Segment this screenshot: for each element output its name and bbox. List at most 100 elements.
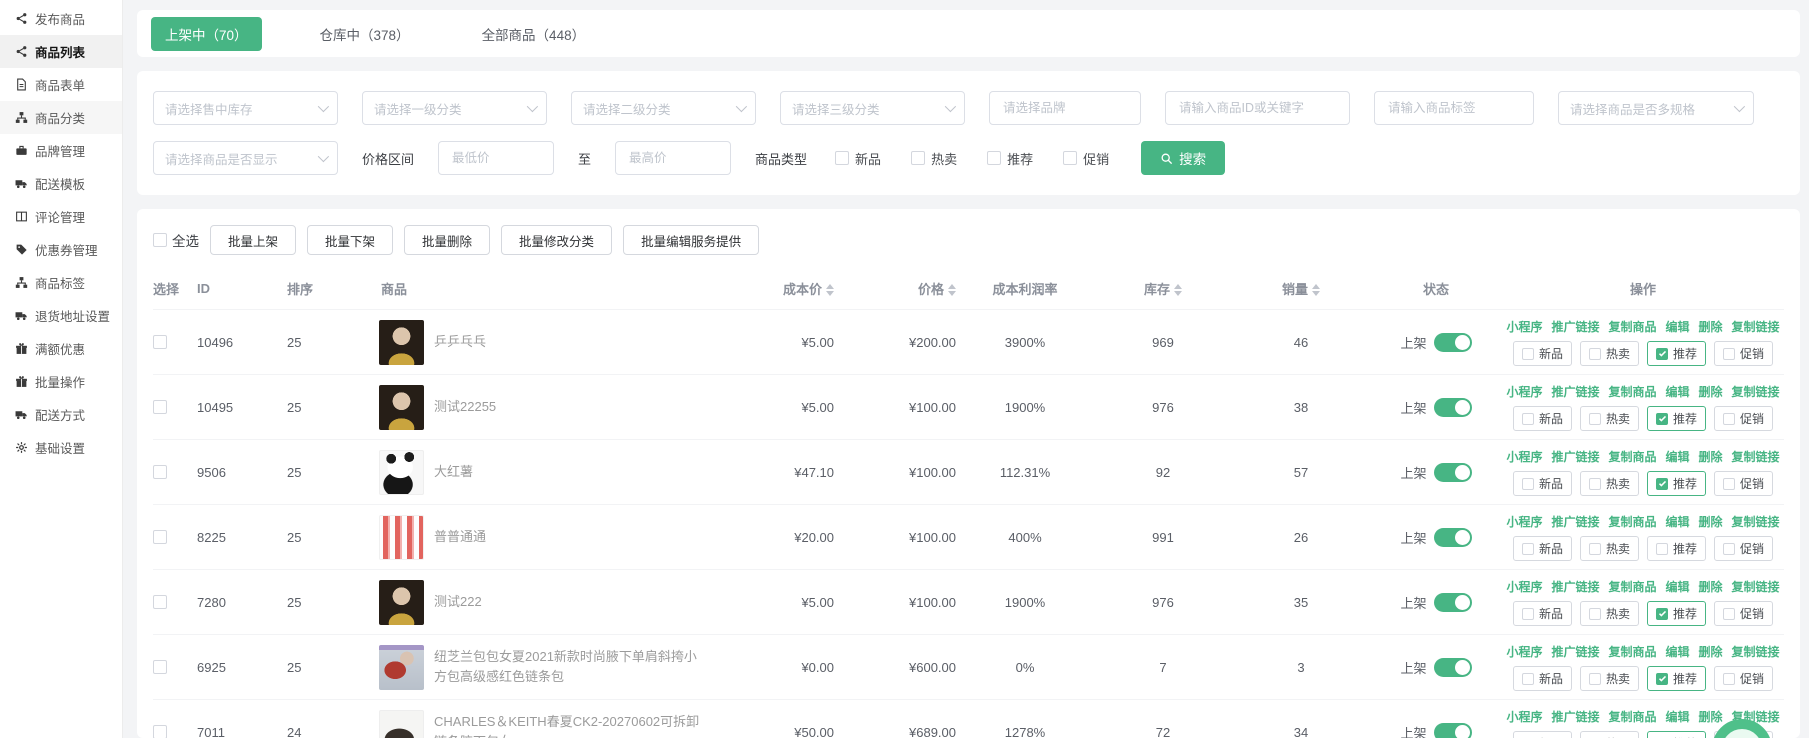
checkbox[interactable]: [911, 151, 925, 165]
edit-link[interactable]: 编辑: [1666, 708, 1690, 725]
status-toggle[interactable]: [1434, 658, 1472, 677]
delete-link[interactable]: 删除: [1699, 448, 1723, 465]
mini-program-link[interactable]: 小程序: [1506, 513, 1542, 530]
tag-checkbox[interactable]: [1723, 413, 1735, 425]
mini-program-link[interactable]: 小程序: [1506, 708, 1542, 725]
sort-desc-icon[interactable]: [1312, 291, 1320, 296]
tag-checkbox[interactable]: [1589, 608, 1601, 620]
tag-toggle-recommend[interactable]: 推荐: [1647, 471, 1706, 496]
tag-checkbox[interactable]: [1589, 478, 1601, 490]
status-toggle[interactable]: [1434, 398, 1472, 417]
tag-toggle-new[interactable]: 新品: [1513, 471, 1572, 496]
checkbox[interactable]: [1063, 151, 1077, 165]
select-all-checkbox[interactable]: [153, 233, 167, 247]
tag-toggle-promotion[interactable]: 促销: [1714, 536, 1773, 561]
delete-link[interactable]: 删除: [1699, 513, 1723, 530]
tag-checkbox[interactable]: [1656, 478, 1668, 490]
delete-link[interactable]: 删除: [1699, 643, 1723, 660]
visibility-select[interactable]: 请选择商品是否显示: [153, 141, 338, 175]
copy-link-link[interactable]: 复制链接: [1732, 383, 1780, 400]
sort-asc-icon[interactable]: [1174, 284, 1182, 289]
tag-toggle-recommend[interactable]: 推荐: [1647, 341, 1706, 366]
tag-toggle-recommend[interactable]: 推荐: [1647, 601, 1706, 626]
sort-desc-icon[interactable]: [1174, 291, 1182, 296]
tag-toggle-recommend[interactable]: 推荐: [1647, 666, 1706, 691]
row-checkbox[interactable]: [153, 465, 167, 479]
column-header-cost-price[interactable]: 成本价: [722, 279, 834, 298]
type-checkbox-new[interactable]: 新品: [835, 149, 881, 168]
edit-link[interactable]: 编辑: [1666, 643, 1690, 660]
tag-checkbox[interactable]: [1522, 608, 1534, 620]
column-header-sales[interactable]: 销量: [1232, 279, 1370, 298]
max-price-input[interactable]: [627, 150, 719, 166]
copy-product-link[interactable]: 复制商品: [1608, 708, 1656, 725]
tag-toggle-new[interactable]: 新品: [1513, 666, 1572, 691]
tag-checkbox[interactable]: [1723, 543, 1735, 555]
batch-delete-button[interactable]: 批量删除: [404, 225, 490, 255]
tag-checkbox[interactable]: [1656, 608, 1668, 620]
tag-checkbox[interactable]: [1589, 413, 1601, 425]
sort-asc-icon[interactable]: [826, 284, 834, 289]
sidebar-item-product-category[interactable]: 商品分类: [0, 101, 122, 134]
edit-link[interactable]: 编辑: [1666, 513, 1690, 530]
tag-toggle-promotion[interactable]: 促销: [1714, 341, 1773, 366]
tag-toggle-recommend[interactable]: 推荐: [1647, 406, 1706, 431]
sort-asc-icon[interactable]: [1312, 284, 1320, 289]
type-checkbox-recommend[interactable]: 推荐: [987, 149, 1033, 168]
sort-carets[interactable]: [1312, 284, 1320, 296]
tag-checkbox[interactable]: [1522, 413, 1534, 425]
tag-toggle-new[interactable]: 新品: [1513, 731, 1572, 738]
copy-product-link[interactable]: 复制商品: [1608, 513, 1656, 530]
type-checkbox-hot[interactable]: 热卖: [911, 149, 957, 168]
sort-carets[interactable]: [1174, 284, 1182, 296]
tag-toggle-promotion[interactable]: 促销: [1714, 471, 1773, 496]
tag-checkbox[interactable]: [1656, 673, 1668, 685]
tag-toggle-recommend[interactable]: 推荐: [1647, 536, 1706, 561]
edit-link[interactable]: 编辑: [1666, 578, 1690, 595]
promo-link-link[interactable]: 推广链接: [1551, 318, 1599, 335]
tag-checkbox[interactable]: [1723, 673, 1735, 685]
edit-link[interactable]: 编辑: [1666, 448, 1690, 465]
tag-toggle-promotion[interactable]: 促销: [1714, 406, 1773, 431]
batch-off-shelf-button[interactable]: 批量下架: [307, 225, 393, 255]
min-price-input[interactable]: [450, 150, 542, 166]
tag-checkbox[interactable]: [1656, 543, 1668, 555]
copy-product-link[interactable]: 复制商品: [1608, 383, 1656, 400]
edit-link[interactable]: 编辑: [1666, 383, 1690, 400]
sidebar-item-batch-operations[interactable]: 批量操作: [0, 365, 122, 398]
sort-carets[interactable]: [826, 284, 834, 296]
column-header-price[interactable]: 价格: [834, 279, 956, 298]
promo-link-link[interactable]: 推广链接: [1551, 383, 1599, 400]
sort-asc-icon[interactable]: [948, 284, 956, 289]
tag-toggle-new[interactable]: 新品: [1513, 536, 1572, 561]
mini-program-link[interactable]: 小程序: [1506, 448, 1542, 465]
tag-checkbox[interactable]: [1589, 348, 1601, 360]
delete-link[interactable]: 删除: [1699, 578, 1723, 595]
sidebar-item-comment-management[interactable]: 评论管理: [0, 200, 122, 233]
tag-toggle-promotion[interactable]: 促销: [1714, 601, 1773, 626]
sidebar-item-product-form[interactable]: 商品表单: [0, 68, 122, 101]
promo-link-link[interactable]: 推广链接: [1551, 643, 1599, 660]
promo-link-link[interactable]: 推广链接: [1551, 578, 1599, 595]
copy-product-link[interactable]: 复制商品: [1608, 448, 1656, 465]
tag-checkbox[interactable]: [1723, 348, 1735, 360]
sidebar-item-brand-management[interactable]: 品牌管理: [0, 134, 122, 167]
tab-in-warehouse[interactable]: 仓库中（378）: [306, 17, 424, 51]
sort-desc-icon[interactable]: [948, 291, 956, 296]
checkbox[interactable]: [987, 151, 1001, 165]
tag-toggle-hot[interactable]: 热卖: [1580, 341, 1639, 366]
copy-link-link[interactable]: 复制链接: [1732, 318, 1780, 335]
tag-toggle-hot[interactable]: 热卖: [1580, 406, 1639, 431]
tag-toggle-new[interactable]: 新品: [1513, 341, 1572, 366]
mini-program-link[interactable]: 小程序: [1506, 318, 1542, 335]
row-checkbox[interactable]: [153, 660, 167, 674]
sidebar-item-product-list[interactable]: 商品列表: [0, 35, 122, 68]
batch-edit-category-button[interactable]: 批量修改分类: [501, 225, 612, 255]
tag-checkbox[interactable]: [1723, 608, 1735, 620]
tag-toggle-hot[interactable]: 热卖: [1580, 471, 1639, 496]
sort-carets[interactable]: [948, 284, 956, 296]
tag-checkbox[interactable]: [1522, 543, 1534, 555]
sidebar-item-delivery-method[interactable]: 配送方式: [0, 398, 122, 431]
delete-link[interactable]: 删除: [1699, 708, 1723, 725]
type-checkbox-promotion[interactable]: 促销: [1063, 149, 1109, 168]
